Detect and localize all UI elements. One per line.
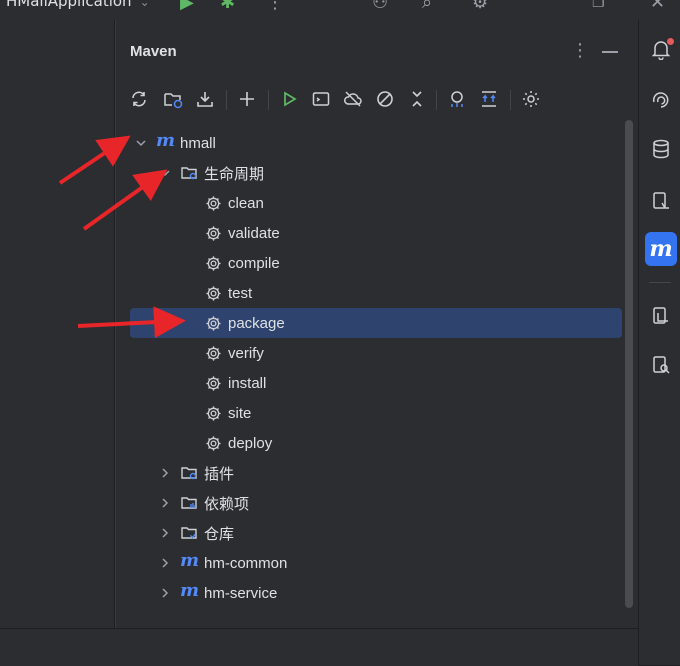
run-icon[interactable] xyxy=(276,86,302,112)
maven-module-icon: m xyxy=(180,580,200,601)
goal-label: validate xyxy=(228,224,280,242)
collapse-all-icon[interactable] xyxy=(404,86,430,112)
goal-label: clean xyxy=(228,194,264,212)
plugins-folder-icon xyxy=(180,464,198,482)
add-icon[interactable] xyxy=(234,86,260,112)
tree-node-dependencies[interactable]: 依赖项 xyxy=(116,488,626,518)
chevron-right-icon[interactable] xyxy=(158,466,172,480)
more-options-icon[interactable]: ⋮ xyxy=(571,40,589,61)
goal-deploy[interactable]: deploy xyxy=(116,428,626,458)
close-window-icon[interactable]: ✕ xyxy=(650,0,665,12)
maven-tool-window: Maven ⋮ m hmall 生命周期 clean validate comp… xyxy=(115,20,638,628)
tree-node-plugins[interactable]: 插件 xyxy=(116,458,626,488)
tree-node-repositories[interactable]: 仓库 xyxy=(116,518,626,548)
execute-goal-icon[interactable] xyxy=(308,86,334,112)
vertical-scrollbar[interactable] xyxy=(625,120,633,608)
left-editor-area xyxy=(0,20,115,628)
lifecycle-folder-icon xyxy=(180,164,198,182)
analyze-dependencies-icon[interactable] xyxy=(444,86,470,112)
ai-assistant-icon[interactable] xyxy=(650,88,672,110)
goal-label: compile xyxy=(228,254,280,272)
goal-label: verify xyxy=(228,344,264,362)
goal-label: site xyxy=(228,404,252,422)
download-icon[interactable] xyxy=(192,86,218,112)
more-actions-icon[interactable]: ⋮ xyxy=(266,0,284,12)
goal-label: test xyxy=(228,284,253,302)
gear-icon xyxy=(204,434,222,452)
clipboard-icon[interactable] xyxy=(650,304,672,326)
chevron-down-icon[interactable] xyxy=(158,166,172,180)
right-tool-strip: m xyxy=(638,20,680,665)
maven-icon[interactable]: m xyxy=(645,232,677,266)
tree-node-hm-service[interactable]: m hm-service xyxy=(116,578,626,608)
chevron-right-icon[interactable] xyxy=(158,556,172,570)
goal-label: deploy xyxy=(228,434,273,452)
database-icon[interactable] xyxy=(650,138,672,160)
chevron-right-icon[interactable] xyxy=(158,586,172,600)
reload-all-icon[interactable] xyxy=(126,86,152,112)
tree-node-label: hm-service xyxy=(204,584,278,602)
restore-window-icon[interactable]: ❐ xyxy=(592,0,605,12)
panel-title: Maven xyxy=(130,43,177,60)
goal-package[interactable]: package xyxy=(116,308,626,338)
goal-site[interactable]: site xyxy=(116,398,626,428)
tree-node-label: 生命周期 xyxy=(204,165,265,183)
goal-compile[interactable]: compile xyxy=(116,248,626,278)
repositories-folder-icon xyxy=(180,524,198,542)
run-configuration-selector[interactable]: HMallApplication ⌄ xyxy=(6,0,150,10)
dependencies-folder-icon xyxy=(180,494,198,512)
gear-icon xyxy=(204,374,222,392)
debug-icon[interactable]: ✱ xyxy=(220,0,235,12)
tree-node-label: hm-common xyxy=(204,554,288,572)
goal-validate[interactable]: validate xyxy=(116,218,626,248)
gear-icon xyxy=(204,194,222,212)
tree-node-label: 插件 xyxy=(204,465,235,483)
goal-install[interactable]: install xyxy=(116,368,626,398)
gear-icon xyxy=(204,314,222,332)
chevron-down-icon[interactable] xyxy=(134,136,148,150)
endpoints-icon[interactable] xyxy=(650,190,672,212)
title-bar: HMallApplication ⌄ ▶ ✱ ⋮ ⚇ ⌕ ⚙ ❐ ✕ xyxy=(0,0,680,20)
run-configuration-label: HMallApplication xyxy=(6,0,132,10)
goal-test[interactable]: test xyxy=(116,278,626,308)
settings-icon[interactable]: ⚙ xyxy=(472,0,488,12)
gear-icon xyxy=(204,404,222,422)
reload-folder-icon[interactable] xyxy=(160,86,186,112)
maven-module-icon: m xyxy=(180,550,200,571)
tree-node-label: 仓库 xyxy=(204,525,235,543)
tree-node-label: hmall xyxy=(180,134,216,152)
gear-icon xyxy=(204,284,222,302)
inspect-icon[interactable] xyxy=(650,354,672,376)
status-bar xyxy=(0,628,638,666)
gear-icon xyxy=(204,224,222,242)
maven-module-icon: m xyxy=(156,130,176,151)
goal-clean[interactable]: clean xyxy=(116,188,626,218)
chevron-down-icon: ⌄ xyxy=(139,0,150,9)
maven-toolbar xyxy=(124,86,554,114)
search-icon[interactable]: ⌕ xyxy=(422,0,432,12)
tree-node-hm-common[interactable]: m hm-common xyxy=(116,548,626,578)
run-icon[interactable]: ▶ xyxy=(180,0,194,12)
skip-tests-icon[interactable] xyxy=(372,86,398,112)
panel-header: Maven ⋮ xyxy=(116,20,638,82)
goal-label: install xyxy=(228,374,267,392)
show-dependencies-icon[interactable] xyxy=(476,86,502,112)
minimize-icon[interactable] xyxy=(602,51,618,53)
goal-label: package xyxy=(228,314,285,332)
maven-settings-icon[interactable] xyxy=(518,86,544,112)
offline-mode-icon[interactable] xyxy=(340,86,366,112)
goal-verify[interactable]: verify xyxy=(116,338,626,368)
add-user-icon[interactable]: ⚇ xyxy=(372,0,388,12)
chevron-right-icon[interactable] xyxy=(158,496,172,510)
tree-node-hmall[interactable]: m hmall xyxy=(116,128,626,158)
chevron-right-icon[interactable] xyxy=(158,526,172,540)
tree-node-label: 依赖项 xyxy=(204,495,250,513)
notification-badge xyxy=(667,38,674,45)
tree-node-lifecycle[interactable]: 生命周期 xyxy=(116,158,626,188)
gear-icon xyxy=(204,344,222,362)
gear-icon xyxy=(204,254,222,272)
